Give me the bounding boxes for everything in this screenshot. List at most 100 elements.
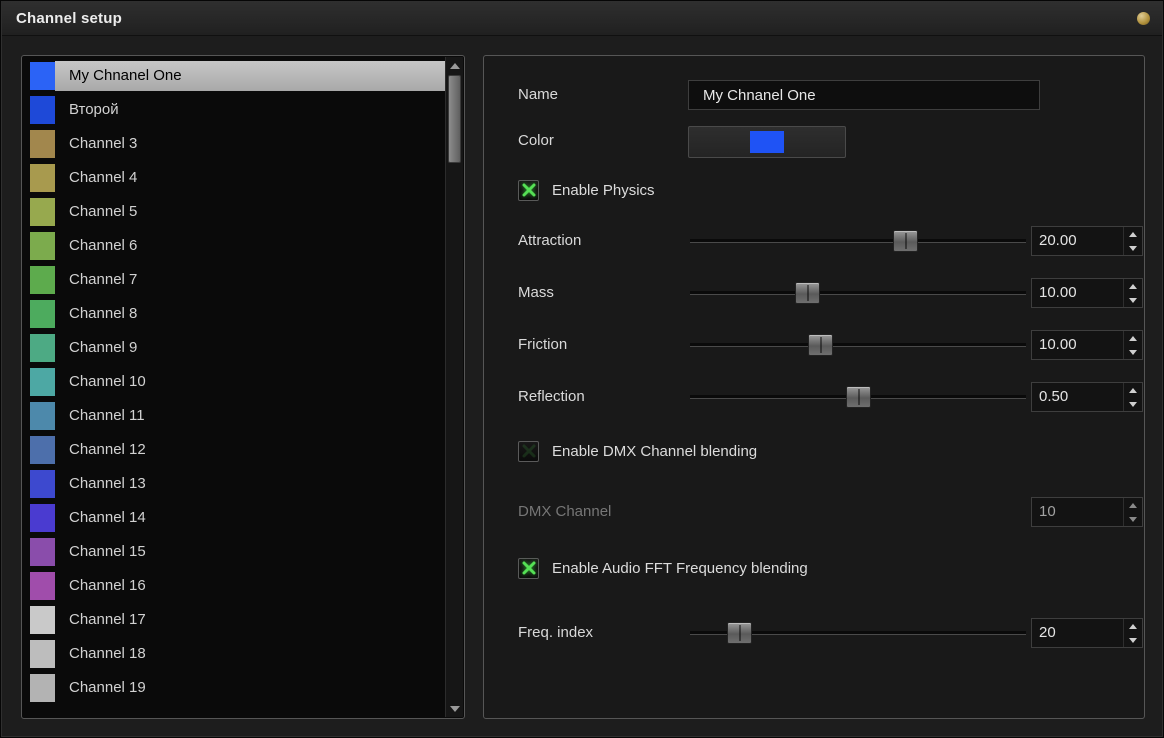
physics-row: Enable Physics <box>518 179 655 201</box>
slider-thumb[interactable] <box>893 230 918 252</box>
channel-list-item[interactable]: Channel 7 <box>23 263 445 297</box>
channel-color-swatch <box>30 164 55 192</box>
channel-color-swatch <box>30 96 55 124</box>
spinner-up-button[interactable] <box>1124 227 1142 241</box>
channel-list-item[interactable]: Channel 9 <box>23 331 445 365</box>
channel-list-item[interactable]: Channel 11 <box>23 399 445 433</box>
channel-list-scrollbar[interactable] <box>445 57 463 717</box>
color-row: Color <box>484 126 1144 158</box>
channel-label: Channel 17 <box>55 605 445 635</box>
scroll-down-button[interactable] <box>446 700 463 717</box>
scroll-up-icon <box>450 63 460 69</box>
slider-track[interactable] <box>688 382 1028 412</box>
channel-label: Channel 12 <box>55 435 445 465</box>
spinner-up-button[interactable] <box>1124 279 1142 293</box>
slider-thumb[interactable] <box>795 282 820 304</box>
channel-label: Channel 14 <box>55 503 445 533</box>
scroll-up-button[interactable] <box>446 57 463 74</box>
channel-list-item[interactable]: Channel 12 <box>23 433 445 467</box>
spinner-down-button[interactable] <box>1124 293 1142 307</box>
titlebar: Channel setup <box>2 2 1162 36</box>
channel-color-swatch <box>30 504 55 532</box>
slider-groove <box>690 343 1026 346</box>
color-button[interactable] <box>688 126 846 158</box>
triangle-up-icon <box>1129 336 1137 341</box>
name-input[interactable] <box>688 80 1040 110</box>
spinner-up-button[interactable] <box>1124 619 1142 633</box>
channel-list-item[interactable]: Второй <box>23 93 445 127</box>
channel-list-item[interactable]: Channel 4 <box>23 161 445 195</box>
triangle-down-icon <box>1129 517 1137 522</box>
channel-label: Channel 10 <box>55 367 445 397</box>
slider-thumb[interactable] <box>846 386 871 408</box>
channel-color-swatch <box>30 538 55 566</box>
slider-label: Mass <box>518 284 554 301</box>
channel-list-item[interactable]: Channel 15 <box>23 535 445 569</box>
fft-blend-label: Enable Audio FFT Frequency blending <box>552 560 808 577</box>
channel-color-swatch <box>30 130 55 158</box>
slider-track[interactable] <box>688 226 1028 256</box>
spinner-down-button[interactable] <box>1124 512 1142 526</box>
channel-list-item[interactable]: Channel 18 <box>23 637 445 671</box>
spinner-down-button[interactable] <box>1124 241 1142 255</box>
channel-list-item[interactable]: Channel 10 <box>23 365 445 399</box>
channel-list-item[interactable]: Channel 17 <box>23 603 445 637</box>
channel-list-item[interactable]: Channel 6 <box>23 229 445 263</box>
dmx-channel-label: DMX Channel <box>518 503 611 520</box>
slider-thumb[interactable] <box>727 622 752 644</box>
name-label: Name <box>518 86 558 103</box>
channel-list-item[interactable]: Channel 5 <box>23 195 445 229</box>
slider-label: Friction <box>518 336 567 353</box>
spinner-up-button[interactable] <box>1124 383 1142 397</box>
dmx-blend-label: Enable DMX Channel blending <box>552 443 757 460</box>
spinner-down-button[interactable] <box>1124 345 1142 359</box>
dmx-channel-spinner <box>1123 498 1142 526</box>
slider-row: Freq. index 20 <box>484 618 1144 648</box>
slider-value: 10.00 <box>1032 279 1123 307</box>
channel-list-item[interactable]: Channel 16 <box>23 569 445 603</box>
channel-label: Channel 13 <box>55 469 445 499</box>
fft-checkbox[interactable] <box>518 558 539 579</box>
channel-label: Channel 5 <box>55 197 445 227</box>
scrollbar-thumb[interactable] <box>448 75 461 163</box>
channel-list-panel: My Chnanel One Второй Channel 3 Channel … <box>21 55 465 719</box>
slider-spinner <box>1123 227 1142 255</box>
slider-track[interactable] <box>688 618 1028 648</box>
slider-label: Freq. index <box>518 624 593 641</box>
channel-color-swatch <box>30 334 55 362</box>
channel-color-swatch <box>30 266 55 294</box>
triangle-up-icon <box>1129 624 1137 629</box>
slider-value-box: 10.00 <box>1031 278 1143 308</box>
spinner-down-button[interactable] <box>1124 397 1142 411</box>
slider-track[interactable] <box>688 278 1028 308</box>
spinner-up-button[interactable] <box>1124 331 1142 345</box>
channel-list-item[interactable]: My Chnanel One <box>23 59 445 93</box>
slider-thumb[interactable] <box>808 334 833 356</box>
channel-label: Channel 6 <box>55 231 445 261</box>
channel-list-item[interactable]: Channel 8 <box>23 297 445 331</box>
slider-value: 20 <box>1032 619 1123 647</box>
slider-row: Mass 10.00 <box>484 278 1144 308</box>
channel-form-panel: Name Color Enable Physics <box>483 55 1145 719</box>
channel-list-item[interactable]: Channel 13 <box>23 467 445 501</box>
slider-label: Attraction <box>518 232 581 249</box>
channel-label: Второй <box>55 95 445 125</box>
physics-checkbox[interactable] <box>518 180 539 201</box>
channel-color-swatch <box>30 606 55 634</box>
channel-list-item[interactable]: Channel 14 <box>23 501 445 535</box>
slider-row: Reflection 0.50 <box>484 382 1144 412</box>
slider-value: 10.00 <box>1032 331 1123 359</box>
dmx-checkbox[interactable] <box>518 441 539 462</box>
channel-label: Channel 3 <box>55 129 445 159</box>
triangle-down-icon <box>1129 298 1137 303</box>
channel-color-swatch <box>30 572 55 600</box>
slider-track[interactable] <box>688 330 1028 360</box>
channel-label: Channel 7 <box>55 265 445 295</box>
spinner-up-button[interactable] <box>1124 498 1142 512</box>
slider-value-box: 10.00 <box>1031 330 1143 360</box>
slider-groove <box>690 291 1026 294</box>
channel-list-item[interactable]: Channel 19 <box>23 671 445 705</box>
slider-value: 0.50 <box>1032 383 1123 411</box>
spinner-down-button[interactable] <box>1124 633 1142 647</box>
channel-list-item[interactable]: Channel 3 <box>23 127 445 161</box>
